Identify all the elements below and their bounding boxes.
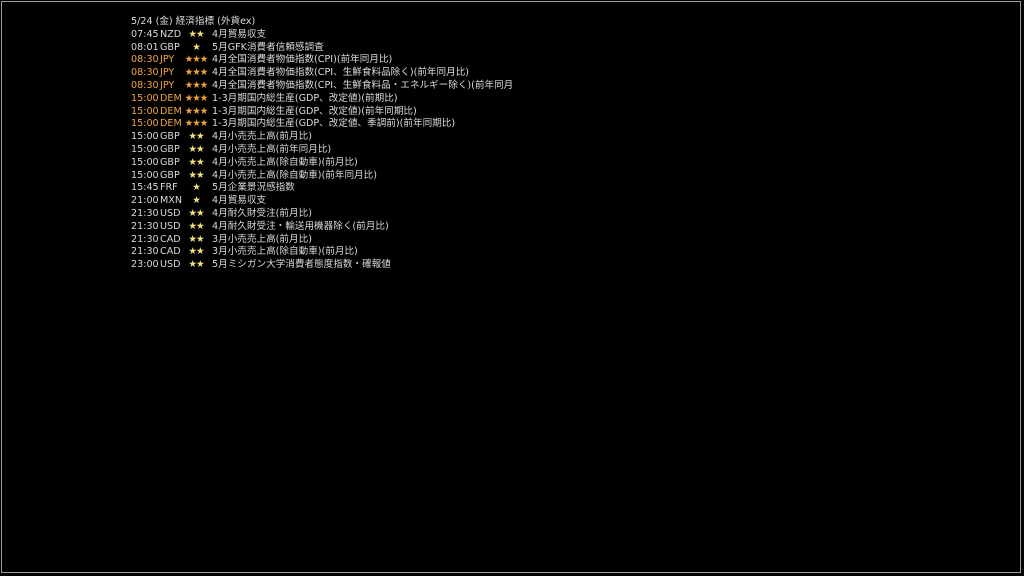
- event-row: 07:45 NZD ★★ 4月貿易収支: [131, 29, 551, 42]
- importance-stars-icon: ★★: [188, 259, 204, 271]
- event-time: 21:30: [131, 233, 159, 245]
- event-description: 4月全国消費者物価指数(CPI)(前年同月比): [212, 54, 393, 66]
- event-description: 5月企業景況感指数: [212, 182, 295, 194]
- event-time: 21:30: [131, 246, 159, 258]
- event-row: 21:30 CAD ★★ 3月小売売上高(除自動車)(前月比): [131, 246, 551, 259]
- event-description: 4月全国消費者物価指数(CPI、生鮮食料品・エネルギー除く)(前年同月: [212, 79, 514, 91]
- event-row: 08:30 JPY ★★★ 4月全国消費者物価指数(CPI、生鮮食料品・エネルギー除く…: [131, 80, 551, 93]
- event-time: 08:30: [131, 79, 159, 91]
- event-description: 1-3月期国内総生産(GDP、改定値)(前年同期比): [212, 105, 417, 117]
- event-row: 15:45 FRF ★ 5月企業景況感指数: [131, 182, 551, 195]
- importance-stars-icon: ★★★: [184, 118, 209, 130]
- importance-stars-icon: ★★★: [184, 54, 209, 66]
- event-description: 3月小売売上高(前月比): [212, 233, 312, 245]
- event-time: 21:30: [131, 207, 159, 219]
- event-time: 15:00: [131, 143, 159, 155]
- event-description: 5月GFK消費者信頼感調査: [212, 41, 324, 53]
- event-row: 21:30 CAD ★★ 3月小売売上高(前月比): [131, 234, 551, 247]
- importance-stars-icon: ★: [192, 195, 201, 207]
- event-row: 21:30 USD ★★ 4月耐久財受注(前月比): [131, 208, 551, 221]
- event-time: 08:30: [131, 54, 159, 66]
- event-list: 07:45 NZD ★★ 4月貿易収支 08:01 GBP ★ 5月GFK消費者信頼感調査 08…: [131, 29, 551, 272]
- importance-stars-icon: ★★: [188, 246, 204, 258]
- event-description: 4月小売売上高(前年同月比): [212, 143, 332, 155]
- event-time: 21:00: [131, 195, 159, 207]
- importance-stars-icon: ★★: [188, 233, 204, 245]
- event-description: 4月耐久財受注・輸送用機器除く(前月比): [212, 220, 389, 232]
- event-row: 08:01 GBP ★ 5月GFK消費者信頼感調査: [131, 42, 551, 55]
- event-row: 08:30 JPY ★★★ 4月全国消費者物価指数(CPI、生鮮食料品除く)(前年同月…: [131, 67, 551, 80]
- event-time: 08:30: [131, 67, 159, 79]
- event-row: 15:00 GBP ★★ 4月小売売上高(前年同月比): [131, 144, 551, 157]
- event-time: 21:30: [131, 220, 159, 232]
- importance-stars-icon: ★★: [188, 143, 204, 155]
- event-row: 15:00 GBP ★★ 4月小売売上高(前月比): [131, 131, 551, 144]
- event-time: 15:00: [131, 92, 159, 104]
- event-description: 4月小売売上高(除自動車)(前年同月比): [212, 169, 377, 181]
- event-row: 15:00 DEM ★★★ 1-3月期国内総生産(GDP、改定値)(前年同期比): [131, 106, 551, 119]
- event-time: 07:45: [131, 28, 159, 40]
- event-time: 15:00: [131, 169, 159, 181]
- event-time: 15:00: [131, 156, 159, 168]
- importance-stars-icon: ★★: [188, 28, 204, 40]
- calendar-title: 5/24 (金) 経済指標 (外貨ex): [131, 16, 256, 27]
- economic-calendar-panel: 5/24 (金) 経済指標 (外貨ex) 07:45 NZD ★★ 4月貿易収支 08:…: [131, 16, 551, 272]
- event-description: 4月貿易収支: [212, 28, 267, 40]
- event-description: 1-3月期国内総生産(GDP、改定値、季調前)(前年同期比): [212, 118, 456, 130]
- event-description: 4月全国消費者物価指数(CPI、生鮮食料品除く)(前年同月比): [212, 67, 470, 79]
- importance-stars-icon: ★: [192, 41, 201, 53]
- event-row: 15:00 DEM ★★★ 1-3月期国内総生産(GDP、改定値)(前期比): [131, 93, 551, 106]
- event-time: 15:00: [131, 105, 159, 117]
- event-time: 15:45: [131, 182, 159, 194]
- importance-stars-icon: ★★: [188, 207, 204, 219]
- event-time: 08:01: [131, 41, 159, 53]
- event-description: 4月貿易収支: [212, 195, 267, 207]
- event-description: 4月耐久財受注(前月比): [212, 207, 312, 219]
- event-description: 4月小売売上高(除自動車)(前月比): [212, 156, 358, 168]
- window-frame: 5/24 (金) 経済指標 (外貨ex) 07:45 NZD ★★ 4月貿易収支 08:…: [1, 1, 1021, 573]
- event-row: 08:30 JPY ★★★ 4月全国消費者物価指数(CPI)(前年同月比): [131, 54, 551, 67]
- event-time: 15:00: [131, 131, 159, 143]
- importance-stars-icon: ★★: [188, 169, 204, 181]
- importance-stars-icon: ★: [192, 182, 201, 194]
- importance-stars-icon: ★★: [188, 220, 204, 232]
- event-description: 4月小売売上高(前月比): [212, 131, 312, 143]
- event-time: 23:00: [131, 259, 159, 271]
- event-description: 5月ミシガン大学消費者態度指数・確報値: [212, 259, 391, 271]
- event-row: 23:00 USD ★★ 5月ミシガン大学消費者態度指数・確報値: [131, 259, 551, 272]
- event-description: 3月小売売上高(除自動車)(前月比): [212, 246, 358, 258]
- event-row: 15:00 GBP ★★ 4月小売売上高(除自動車)(前年同月比): [131, 170, 551, 183]
- importance-stars-icon: ★★★: [184, 79, 209, 91]
- importance-stars-icon: ★★★: [184, 105, 209, 117]
- event-row: 21:00 MXN ★ 4月貿易収支: [131, 195, 551, 208]
- importance-stars-icon: ★★★: [184, 67, 209, 79]
- importance-stars-icon: ★★: [188, 156, 204, 168]
- importance-stars-icon: ★★★: [184, 92, 209, 104]
- event-row: 15:00 GBP ★★ 4月小売売上高(除自動車)(前月比): [131, 157, 551, 170]
- event-description: 1-3月期国内総生産(GDP、改定値)(前期比): [212, 92, 398, 104]
- event-row: 21:30 USD ★★ 4月耐久財受注・輸送用機器除く(前月比): [131, 221, 551, 234]
- event-time: 15:00: [131, 118, 159, 130]
- event-row: 15:00 DEM ★★★ 1-3月期国内総生産(GDP、改定値、季調前)(前年同期比…: [131, 118, 551, 131]
- importance-stars-icon: ★★: [188, 131, 204, 143]
